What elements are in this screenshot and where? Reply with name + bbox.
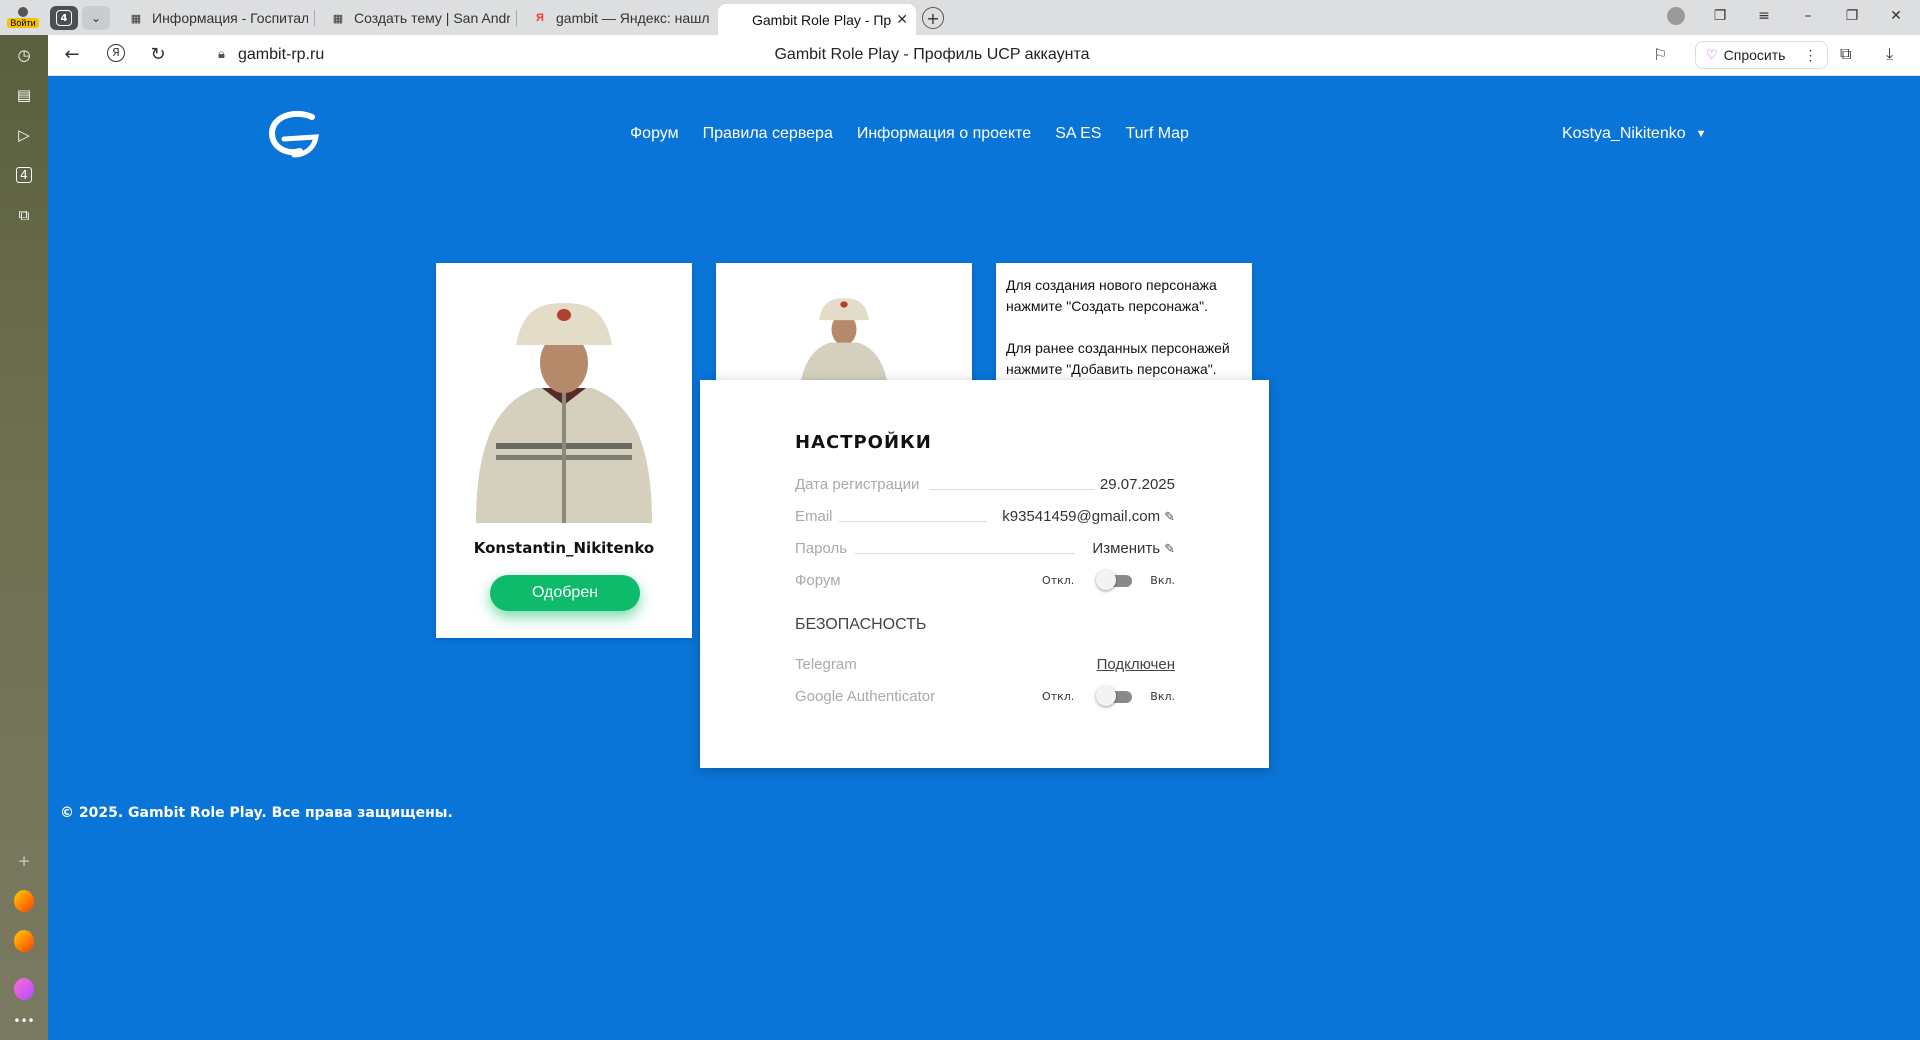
tabs-dropdown-button[interactable]: ⌄ — [82, 6, 110, 30]
password-label: Пароль — [795, 540, 852, 557]
tab-create-topic[interactable]: ▦ Создать тему | San Andreas — [320, 4, 510, 32]
info-text: Для создания нового персонажа нажмите "С… — [1006, 277, 1230, 377]
account-icon[interactable] — [1666, 7, 1686, 29]
on-label: Вкл. — [1150, 573, 1175, 587]
google-authenticator-row: Google Authenticator Откл. Вкл. — [795, 686, 1175, 708]
password-row: Пароль Изменить ✎ — [795, 538, 1175, 560]
forum-label: Форум — [795, 572, 845, 589]
pencil-icon[interactable]: ✎ — [1164, 541, 1175, 557]
history-icon[interactable]: ◷ — [14, 45, 34, 65]
minimize-icon[interactable]: – — [1798, 8, 1818, 24]
security-title: БЕЗОПАСНОСТЬ — [795, 616, 927, 633]
restore-icon[interactable]: ❐ — [1842, 8, 1862, 24]
app-icon[interactable] — [14, 890, 34, 912]
tab-title: Создать тему | San Andreas — [354, 10, 510, 26]
address-bar: ← Я ↻ 🔒︎ gambit-rp.ru Gambit Role Play -… — [48, 35, 1920, 76]
screenshot-icon[interactable]: ⧉ — [14, 205, 34, 225]
more-icon[interactable]: ••• — [13, 1011, 34, 1031]
user-icon — [18, 6, 28, 17]
browser-sidebar: ◷ ▤ ▷ 4 ⧉ + ••• — [0, 35, 48, 1040]
tab-bar: Войти 4 ⌄ ▦ Информация - Госпиталь ▦ Соз… — [0, 0, 1920, 35]
close-window-icon[interactable]: ✕ — [1886, 8, 1906, 24]
forum-row: Форум Откл. Вкл. — [795, 570, 1175, 592]
forum-toggle[interactable] — [1096, 570, 1133, 590]
page-content: Форум Правила сервера Информация о проек… — [48, 76, 1920, 1040]
character-avatar — [476, 303, 652, 523]
nav-forum[interactable]: Форум — [630, 125, 679, 143]
registration-date-row: Дата регистрации 29.07.2025 — [795, 474, 1175, 496]
google-authenticator-label: Google Authenticator — [795, 688, 940, 705]
caret-down-icon: ▼ — [1695, 128, 1707, 140]
info-card: Для создания нового персонажа нажмите "С… — [996, 263, 1252, 393]
profile-button[interactable]: Войти — [4, 2, 42, 32]
main-nav: Форум Правила сервера Информация о проек… — [630, 125, 1189, 143]
telegram-row: Telegram Подключен — [795, 654, 1175, 676]
character-card-2[interactable] — [716, 263, 972, 393]
tabs-icon[interactable]: 4 — [14, 165, 34, 185]
bookmark-icon[interactable]: ⚐ — [1653, 45, 1667, 64]
footer-copyright: © 2025. Gambit Role Play. Все права защи… — [60, 805, 453, 821]
telegram-connected-link[interactable]: Подключен — [1092, 656, 1175, 673]
tab-title: Информация - Госпиталь — [152, 10, 308, 26]
tab-gambit-profile[interactable]: Gambit Role Play - Профиль ✕ — [718, 4, 916, 35]
add-icon[interactable]: + — [14, 851, 34, 871]
change-password-link[interactable]: Изменить ✎ — [1088, 540, 1175, 557]
forum-icon: ▦ — [332, 12, 344, 25]
gambit-logo[interactable] — [264, 103, 324, 163]
email-label: Email — [795, 508, 837, 525]
alice-icon[interactable] — [14, 978, 34, 1000]
email-value[interactable]: k93541459@gmail.com ✎ — [998, 508, 1175, 525]
ask-label: Спросить — [1723, 47, 1786, 63]
off-label: Откл. — [1042, 689, 1075, 703]
settings-title: НАСТРОЙКИ — [795, 432, 932, 453]
on-label: Вкл. — [1150, 689, 1175, 703]
gambit-icon — [728, 12, 744, 28]
change-password-text: Изменить — [1092, 540, 1161, 557]
pencil-icon[interactable]: ✎ — [1164, 509, 1175, 525]
tab-hospital[interactable]: ▦ Информация - Госпиталь — [118, 4, 308, 32]
username: Kostya_Nikitenko — [1562, 125, 1686, 142]
download-icon[interactable]: ⤓ — [1886, 44, 1893, 64]
close-tab-icon[interactable]: ✕ — [896, 11, 908, 28]
character-avatar — [799, 298, 889, 393]
tab-count-button[interactable]: 4 — [50, 6, 78, 30]
registration-date-label: Дата регистрации — [795, 476, 924, 493]
ai-icon: ♡ — [1706, 47, 1718, 62]
email-text: k93541459@gmail.com — [1002, 508, 1161, 525]
chevron-down-icon: ⌄ — [90, 11, 102, 25]
forum-icon: ▦ — [130, 12, 142, 25]
yandex-icon: Я — [536, 12, 544, 24]
collections-icon[interactable]: ❐ — [1710, 8, 1730, 24]
google-authenticator-toggle[interactable] — [1096, 686, 1133, 706]
ask-button[interactable]: ♡ Спросить ⋮ — [1695, 41, 1829, 69]
character-card[interactable]: Konstantin_Nikitenko Одобрен — [436, 263, 692, 638]
collections-icon[interactable]: ▤ — [14, 85, 34, 105]
reading-list-icon[interactable]: ⧉ — [1840, 44, 1851, 64]
app-icon[interactable] — [14, 930, 34, 952]
new-tab-button[interactable]: + — [922, 7, 944, 29]
settings-panel: НАСТРОЙКИ Дата регистрации 29.07.2025 Em… — [700, 380, 1269, 768]
nav-turf-map[interactable]: Turf Map — [1125, 125, 1188, 143]
profile-login-label: Войти — [7, 17, 39, 28]
email-row: Email k93541459@gmail.com ✎ — [795, 506, 1175, 528]
off-label: Откл. — [1042, 573, 1075, 587]
video-icon[interactable]: ▷ — [14, 125, 34, 145]
nav-server-rules[interactable]: Правила сервера — [703, 125, 833, 143]
tab-title: gambit — Яндекс: нашлось — [556, 10, 710, 26]
tab-count: 4 — [56, 10, 72, 26]
page-title: Gambit Role Play - Профиль UCP аккаунта — [774, 46, 1090, 63]
tab-title: Gambit Role Play - Профиль — [752, 11, 892, 28]
telegram-label: Telegram — [795, 656, 861, 673]
user-menu[interactable]: Kostya_Nikitenko ▼ — [1562, 125, 1707, 143]
menu-icon[interactable]: ≡ — [1754, 8, 1774, 24]
character-name: Konstantin_Nikitenko — [473, 539, 655, 557]
tab-yandex-search[interactable]: Я gambit — Яндекс: нашлось — [522, 4, 710, 32]
nav-project-info[interactable]: Информация о проекте — [857, 125, 1031, 143]
approved-status-button[interactable]: Одобрен — [490, 575, 640, 611]
registration-date-value: 29.07.2025 — [1095, 476, 1175, 493]
nav-sa-es[interactable]: SA ES — [1055, 125, 1101, 143]
